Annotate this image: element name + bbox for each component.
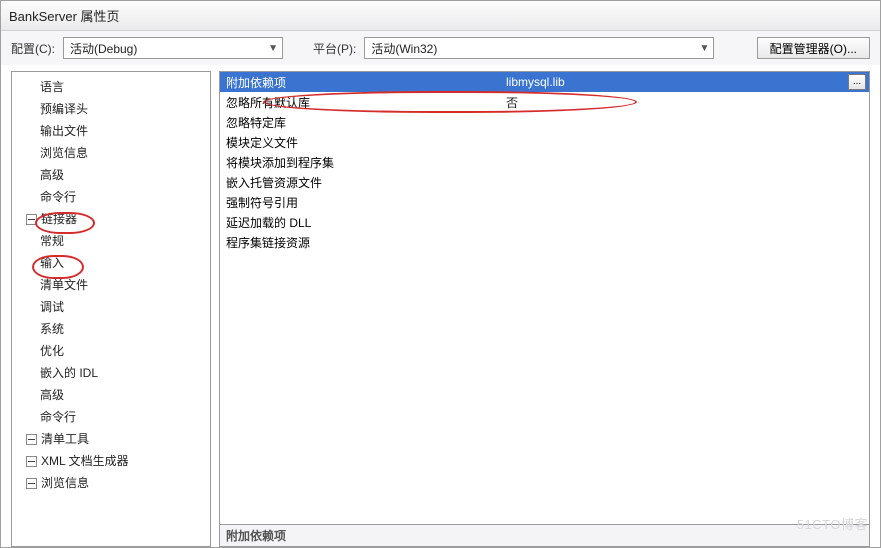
tree-item[interactable]: 嵌入的 IDL: [12, 362, 210, 384]
expander-icon[interactable]: [26, 456, 37, 467]
platform-combo[interactable]: 活动(Win32) ▼: [364, 37, 714, 59]
tree-item-label: 输出文件: [40, 124, 88, 138]
property-value: 否: [500, 94, 869, 111]
grid-row[interactable]: 延迟加载的 DLL: [220, 212, 869, 232]
tree-item-label: 命令行: [40, 410, 76, 424]
config-label: 配置(C):: [11, 40, 55, 57]
description-title: 附加依赖项: [226, 527, 286, 544]
property-page-window: BankServer 属性页 配置(C): 活动(Debug) ▼ 平台(P):…: [0, 0, 881, 548]
tree-item-label: 语言: [40, 80, 64, 94]
tree-item[interactable]: 浏览信息: [12, 472, 210, 494]
expander-icon[interactable]: [26, 214, 37, 225]
tree-item-label: 预编译头: [40, 102, 88, 116]
expander-icon[interactable]: [26, 478, 37, 489]
tree-item[interactable]: 清单工具: [12, 428, 210, 450]
titlebar: BankServer 属性页: [1, 1, 880, 31]
tree-item[interactable]: 系统: [12, 318, 210, 340]
property-name: 附加依赖项: [220, 74, 500, 91]
window-title: BankServer 属性页: [9, 6, 120, 25]
tree-item-label: 常规: [40, 234, 64, 248]
content-area: 语言预编译头输出文件浏览信息高级命令行链接器常规输入清单文件调试系统优化嵌入的 …: [1, 65, 880, 547]
right-pane: ... 附加依赖项libmysql.lib忽略所有默认库否忽略特定库模块定义文件…: [219, 71, 870, 547]
tree-item-label: 浏览信息: [40, 146, 88, 160]
grid-row[interactable]: 忽略所有默认库否: [220, 92, 869, 112]
tree-pane[interactable]: 语言预编译头输出文件浏览信息高级命令行链接器常规输入清单文件调试系统优化嵌入的 …: [11, 71, 211, 547]
grid-row[interactable]: 程序集链接资源: [220, 232, 869, 252]
platform-label: 平台(P):: [313, 40, 356, 57]
grid-row[interactable]: 附加依赖项libmysql.lib: [220, 72, 869, 92]
property-name: 忽略特定库: [220, 114, 500, 131]
config-value: 活动(Debug): [70, 40, 137, 57]
tree-item[interactable]: 浏览信息: [12, 142, 210, 164]
tree-item[interactable]: 语言: [12, 76, 210, 98]
tree-item[interactable]: 调试: [12, 296, 210, 318]
tree-item-label: 调试: [40, 300, 64, 314]
tree-item-label: 优化: [40, 344, 64, 358]
browse-button[interactable]: ...: [848, 74, 866, 90]
grid-row[interactable]: 模块定义文件: [220, 132, 869, 152]
tree-item[interactable]: 清单文件: [12, 274, 210, 296]
grid-row[interactable]: 强制符号引用: [220, 192, 869, 212]
tree-item-label: 高级: [40, 388, 64, 402]
tree-item-label: 输入: [40, 256, 64, 270]
property-grid[interactable]: ... 附加依赖项libmysql.lib忽略所有默认库否忽略特定库模块定义文件…: [219, 71, 870, 525]
property-name: 延迟加载的 DLL: [220, 214, 500, 231]
config-manager-button[interactable]: 配置管理器(O)...: [757, 37, 870, 59]
tree-item[interactable]: 命令行: [12, 186, 210, 208]
tree-item-label: 嵌入的 IDL: [40, 366, 98, 380]
tree-item[interactable]: 常规: [12, 230, 210, 252]
grid-row[interactable]: 嵌入托管资源文件: [220, 172, 869, 192]
expander-icon[interactable]: [26, 434, 37, 445]
tree-item-label: 高级: [40, 168, 64, 182]
tree-item-label: 清单工具: [41, 432, 89, 446]
grid-row[interactable]: 忽略特定库: [220, 112, 869, 132]
tree-item[interactable]: 高级: [12, 164, 210, 186]
property-name: 强制符号引用: [220, 194, 500, 211]
tree-item[interactable]: 预编译头: [12, 98, 210, 120]
property-name: 程序集链接资源: [220, 234, 500, 251]
tree-item[interactable]: 高级: [12, 384, 210, 406]
platform-value: 活动(Win32): [371, 40, 437, 57]
tree-item[interactable]: 输入: [12, 252, 210, 274]
property-name: 将模块添加到程序集: [220, 154, 500, 171]
description-bar: 附加依赖项: [219, 525, 870, 547]
tree-item-label: XML 文档生成器: [41, 454, 129, 468]
tree-item[interactable]: 命令行: [12, 406, 210, 428]
property-name: 忽略所有默认库: [220, 94, 500, 111]
property-name: 模块定义文件: [220, 134, 500, 151]
chevron-down-icon: ▼: [699, 43, 709, 54]
tree-item-label: 浏览信息: [41, 476, 89, 490]
tree-list: 语言预编译头输出文件浏览信息高级命令行链接器常规输入清单文件调试系统优化嵌入的 …: [12, 76, 210, 494]
tree-item-label: 链接器: [41, 212, 77, 226]
config-combo[interactable]: 活动(Debug) ▼: [63, 37, 283, 59]
tree-item-label: 清单文件: [40, 278, 88, 292]
chevron-down-icon: ▼: [268, 43, 278, 54]
tree-item[interactable]: 优化: [12, 340, 210, 362]
grid-row[interactable]: 将模块添加到程序集: [220, 152, 869, 172]
tree-item-label: 系统: [40, 322, 64, 336]
property-name: 嵌入托管资源文件: [220, 174, 500, 191]
tree-item[interactable]: 输出文件: [12, 120, 210, 142]
toolbar: 配置(C): 活动(Debug) ▼ 平台(P): 活动(Win32) ▼ 配置…: [1, 31, 880, 65]
tree-item[interactable]: 链接器: [12, 208, 210, 230]
tree-item[interactable]: XML 文档生成器: [12, 450, 210, 472]
tree-item-label: 命令行: [40, 190, 76, 204]
property-value: libmysql.lib: [500, 75, 869, 89]
